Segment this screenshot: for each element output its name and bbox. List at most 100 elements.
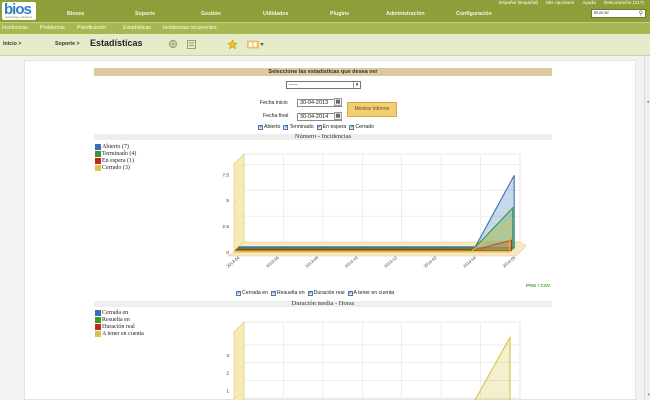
scroll-handle-icon[interactable]: ◂ bbox=[646, 99, 649, 105]
x-tick-label: 2014-02 bbox=[423, 255, 439, 269]
stats-type-select[interactable]: ----- ▾ bbox=[286, 81, 361, 89]
calendar-icon[interactable]: ▦ bbox=[334, 98, 342, 106]
x-tick-label: 2014-04 bbox=[462, 255, 478, 269]
page-title: Estadísticas bbox=[90, 38, 143, 48]
legend-label: A tener en cuenta bbox=[102, 330, 144, 337]
x-tick-label: 2013-10 bbox=[344, 255, 360, 269]
x-tick-label: 2013-06 bbox=[265, 255, 281, 269]
checkbox-icon[interactable] bbox=[316, 124, 322, 130]
calendar-icon[interactable]: ▦ bbox=[334, 112, 342, 120]
start-date-label: Fecha inicio bbox=[260, 100, 288, 106]
legend-label: Terminado (4) bbox=[102, 150, 137, 157]
submenu-planificacion[interactable]: Planificación bbox=[77, 25, 106, 31]
checkbox-label: A tener en cuenta bbox=[353, 290, 395, 296]
legend-swatch bbox=[95, 164, 101, 171]
chart-back-wall bbox=[243, 321, 521, 399]
stats-select-header: Seleccione las estadísticas que desea ve… bbox=[94, 68, 552, 76]
series-baseline-4 bbox=[234, 250, 471, 253]
checkbox-label: Cerrado bbox=[355, 124, 375, 130]
legend-item[interactable]: Cerrada en bbox=[95, 309, 144, 316]
checkbox-icon[interactable] bbox=[307, 290, 313, 296]
language-link[interactable]: Español (Español) bbox=[499, 1, 538, 6]
chart-back-wall bbox=[243, 153, 521, 243]
checkbox-icon[interactable] bbox=[270, 290, 276, 296]
legend-label: Duración real bbox=[102, 323, 135, 330]
checkbox-icon[interactable] bbox=[236, 290, 241, 296]
checkbox-label: Resuelta en bbox=[276, 290, 305, 296]
menu-item-soporte[interactable]: Soporte bbox=[135, 11, 155, 17]
my-options-link[interactable]: Mis opciones bbox=[546, 1, 574, 6]
chart2-title-bar: Duración media - Horas bbox=[94, 300, 552, 307]
breadcrumb-inicio[interactable]: Inicio > bbox=[3, 41, 21, 47]
legend-label: Cerrada en bbox=[102, 309, 129, 316]
checkbox-cerrada-en[interactable]: Cerrada en bbox=[236, 290, 268, 296]
legend-item[interactable]: Duración real bbox=[95, 323, 144, 330]
legend-item[interactable]: Cerrado (3) bbox=[95, 164, 136, 171]
vertical-scrollbar[interactable] bbox=[644, 56, 650, 400]
checkbox-label: Duración real bbox=[313, 290, 345, 296]
submenu-problemas[interactable]: Problemas bbox=[40, 25, 65, 31]
breadcrumb-soporte[interactable]: Soporte > bbox=[55, 41, 80, 47]
y-tick-label: 5 bbox=[226, 198, 229, 204]
submenu-estadisticas[interactable]: Estadísticas bbox=[123, 25, 151, 31]
menu-item-bienes[interactable]: Bienes bbox=[67, 11, 84, 17]
sub-menu: Incidencias Problemas Planificación Esta… bbox=[0, 22, 650, 34]
checkbox-icon[interactable] bbox=[283, 124, 289, 130]
legend-item[interactable]: En espera (1) bbox=[95, 157, 136, 164]
menu-item-configuracion[interactable]: Configuración bbox=[456, 11, 492, 17]
legend-swatch bbox=[95, 157, 101, 164]
legend-item[interactable]: Resuelta en bbox=[95, 316, 144, 323]
checkbox-label: Abierto bbox=[264, 124, 281, 130]
search-icon[interactable]: ⚲ bbox=[639, 10, 643, 17]
legend-item[interactable]: Terminado (4) bbox=[95, 150, 136, 157]
logout-link[interactable]: Desconexión (317) bbox=[604, 1, 644, 6]
duration-checkbox-row: Cerrada en Resuelta en Duración real A t… bbox=[236, 290, 396, 296]
user-links: Español (Español) Mis opciones Ayuda Des… bbox=[499, 1, 644, 6]
chevron-down-icon[interactable]: ▾ bbox=[353, 82, 360, 88]
chart1-legend: Abierto (7) Terminado (4) En espera (1) … bbox=[95, 143, 136, 171]
checkbox-resuelta-en[interactable]: Resuelta en bbox=[270, 290, 305, 296]
checkbox-icon[interactable] bbox=[349, 124, 355, 130]
legend-swatch bbox=[95, 143, 101, 150]
checkbox-terminado[interactable]: Terminado bbox=[283, 124, 314, 130]
show-report-button[interactable]: Mostrar informe bbox=[347, 102, 397, 117]
checkbox-abierto[interactable]: Abierto bbox=[258, 124, 280, 130]
view-tool-icon[interactable] bbox=[186, 39, 197, 50]
logo[interactable]: bios technology solutions bbox=[2, 1, 36, 20]
checkbox-icon[interactable] bbox=[347, 290, 353, 296]
legend-swatch bbox=[95, 150, 101, 157]
x-tick-label: 2013-12 bbox=[383, 255, 399, 269]
top-header: bios technology solutions Español (Españ… bbox=[0, 0, 650, 22]
checkbox-label: Cerrada en bbox=[242, 290, 268, 296]
search-tool-icon[interactable] bbox=[168, 39, 179, 50]
x-tick-label: 2013-04 bbox=[225, 255, 241, 269]
legend-label: Abierto (7) bbox=[102, 143, 129, 150]
search-text: Buscar bbox=[594, 11, 609, 16]
help-link[interactable]: Ayuda bbox=[582, 1, 596, 6]
checkbox-icon[interactable] bbox=[258, 124, 263, 130]
legend-item[interactable]: Abierto (7) bbox=[95, 143, 136, 150]
dashboard-icon[interactable] bbox=[247, 39, 265, 50]
submenu-incidencias-recurrentes[interactable]: Incidencias recurrentes bbox=[163, 25, 217, 31]
menu-item-plugins[interactable]: Plugins bbox=[330, 11, 349, 17]
x-tick-label: 2014-05 bbox=[501, 255, 517, 269]
menu-item-administracion[interactable]: Administración bbox=[386, 11, 425, 17]
y-tick-label: 2 bbox=[226, 371, 229, 377]
menu-item-utilidades[interactable]: Utilidades bbox=[263, 11, 288, 17]
star-icon[interactable] bbox=[227, 39, 238, 50]
checkbox-en-espera[interactable]: En espera bbox=[316, 124, 346, 130]
y-tick-label: 3 bbox=[226, 353, 229, 359]
legend-label: Cerrado (3) bbox=[102, 164, 130, 171]
checkbox-duracion-real[interactable]: Duración real bbox=[307, 290, 345, 296]
submenu-incidencias[interactable]: Incidencias bbox=[2, 25, 28, 31]
menu-item-gestion[interactable]: Gestión bbox=[201, 11, 221, 17]
chart1-svg: 0 2.5 5 7.5 2013-04 2013-06 2013-08 2013-10 2013… bbox=[222, 153, 527, 269]
legend-label: Resuelta en bbox=[102, 316, 130, 323]
legend-item[interactable]: A tener en cuenta bbox=[95, 330, 144, 337]
end-date-label: Fecha final bbox=[263, 113, 289, 119]
checkbox-cerrado[interactable]: Cerrado bbox=[349, 124, 374, 130]
export-link[interactable]: PNG / CSV bbox=[526, 284, 550, 289]
search-input[interactable]: Buscar ⚲ bbox=[591, 9, 646, 18]
checkbox-a-tener-en-cuenta[interactable]: A tener en cuenta bbox=[347, 290, 395, 296]
main-menu: Bienes Soporte Gestión Utilidades Plugin… bbox=[36, 7, 576, 23]
